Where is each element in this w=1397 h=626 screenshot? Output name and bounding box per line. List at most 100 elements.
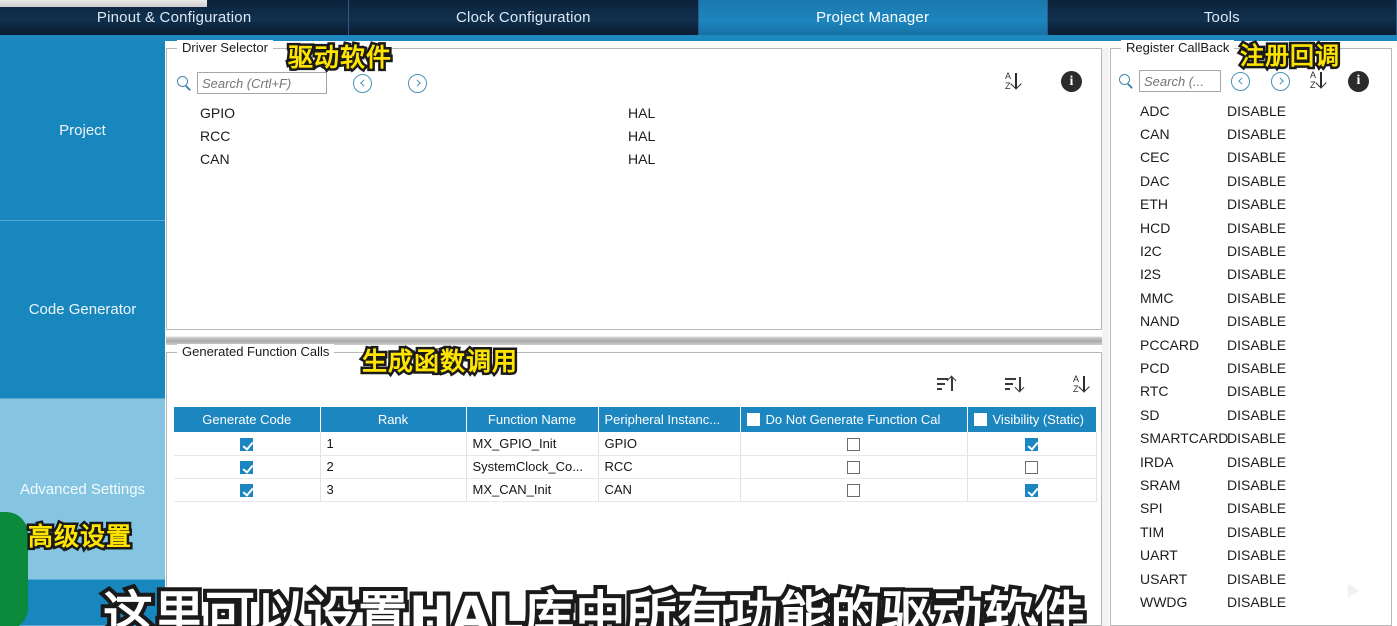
register-callback-value[interactable]: DISABLE [1227,196,1347,212]
register-callback-value[interactable]: DISABLE [1227,477,1347,493]
register-callback-value[interactable]: DISABLE [1227,290,1347,306]
register-callback-value[interactable]: DISABLE [1227,407,1347,423]
sidebar-item-code-generator[interactable]: Code Generator [0,221,165,399]
header-checkbox-visibility[interactable] [973,413,987,426]
register-callback-value[interactable]: DISABLE [1227,547,1347,563]
table-row[interactable]: 3 MX_CAN_Init CAN [174,478,1097,502]
cell-rank: 3 [320,478,467,502]
register-callback-value[interactable]: DISABLE [1227,500,1347,516]
list-item[interactable]: CAN DISABLE [1112,122,1390,145]
driver-name: CAN [200,150,230,167]
tab-project-manager[interactable]: Project Manager [698,0,1048,35]
list-item[interactable]: ADC DISABLE [1112,99,1390,122]
list-item[interactable]: HCD DISABLE [1112,216,1390,239]
list-item[interactable]: RTC DISABLE [1112,380,1390,403]
register-callback-value[interactable]: DISABLE [1227,103,1347,119]
list-item[interactable]: TIM DISABLE [1112,520,1390,543]
list-item[interactable]: SD DISABLE [1112,403,1390,426]
next-circle-icon[interactable] [408,73,427,93]
list-item[interactable]: PCD DISABLE [1112,356,1390,379]
register-callback-name: ADC [1140,102,1170,119]
table-row[interactable]: 1 MX_GPIO_Init GPIO [174,432,1097,456]
checkbox-visibility-static[interactable] [1025,461,1038,475]
list-item[interactable]: SMARTCARD DISABLE [1112,426,1390,449]
list-item[interactable]: MMC DISABLE [1112,286,1390,309]
register-callback-value[interactable]: DISABLE [1227,524,1347,540]
column-header-do-not-generate-function-call[interactable]: Do Not Generate Function Cal [740,407,968,432]
register-callback-name: PCD [1140,359,1170,376]
sort-az-icon[interactable]: AZ [1310,71,1330,91]
checkbox-do-not-generate[interactable] [847,437,860,451]
register-callback-value[interactable]: DISABLE [1227,149,1347,165]
table-cell [174,478,321,502]
previous-circle-icon[interactable] [353,73,372,93]
previous-circle-icon[interactable] [1231,71,1250,91]
checkbox-do-not-generate[interactable] [847,484,860,498]
register-callback-value[interactable]: DISABLE [1227,360,1347,376]
register-callback-value[interactable]: DISABLE [1227,266,1347,282]
list-item[interactable]: ETH DISABLE [1112,193,1390,216]
list-item[interactable]: PCCARD DISABLE [1112,333,1390,356]
list-item[interactable]: NAND DISABLE [1112,310,1390,333]
list-item[interactable]: SPI DISABLE [1112,497,1390,520]
column-label: Do Not Generate Function Cal [765,412,941,427]
table-row[interactable]: 2 SystemClock_Co... RCC [174,455,1097,479]
column-header-peripheral-instance[interactable]: Peripheral Instanc... [598,407,741,432]
info-icon[interactable]: i [1348,70,1369,92]
list-item[interactable]: IRDA DISABLE [1112,450,1390,473]
column-header-function-name[interactable]: Function Name [466,407,599,432]
register-callback-list[interactable]: ADC DISABLE CAN DISABLE CEC DISABLE DAC DISABLE… [1112,99,1390,624]
list-item[interactable]: RCC HAL [168,124,1100,147]
register-callback-value[interactable]: DISABLE [1227,337,1347,353]
column-label: Function Name [487,412,577,427]
checkbox-generate-code[interactable] [240,461,254,475]
sidebar-item-label: Advanced Settings [19,480,146,498]
vertical-splitter[interactable] [1102,48,1109,626]
next-circle-icon[interactable] [1271,71,1290,91]
register-callback-value[interactable]: DISABLE [1227,173,1347,189]
register-callback-value[interactable]: DISABLE [1227,126,1347,142]
register-callback-value[interactable]: DISABLE [1227,383,1347,399]
sort-az-icon[interactable]: AZ [1005,71,1025,92]
checkbox-visibility-static[interactable] [1025,437,1038,451]
tab-clock-configuration[interactable]: Clock Configuration [349,0,699,35]
checkbox-generate-code[interactable] [240,484,254,498]
cell-peripheral-instance: RCC [598,455,741,479]
register-callback-value[interactable]: DISABLE [1227,220,1347,236]
list-item[interactable]: CEC DISABLE [1112,146,1390,169]
sort-az-icon[interactable]: AZ [1073,375,1093,395]
checkbox-visibility-static[interactable] [1025,484,1038,498]
register-callback-value[interactable]: DISABLE [1227,430,1347,446]
register-callback-value[interactable]: DISABLE [1227,454,1347,470]
driver-search-input[interactable] [197,72,327,94]
list-item[interactable]: DAC DISABLE [1112,169,1390,192]
table-sort-toolbar: AZ [937,375,1093,395]
list-item[interactable]: CAN HAL [168,147,1100,170]
list-item[interactable]: SRAM DISABLE [1112,473,1390,496]
register-callback-value[interactable]: DISABLE [1227,243,1347,259]
column-header-generate-code[interactable]: Generate Code [174,407,321,432]
column-header-visibility-static[interactable]: Visibility (Static) [967,407,1097,432]
green-decoration-shape [0,512,28,626]
tab-tools[interactable]: Tools [1047,0,1397,35]
column-header-rank[interactable]: Rank [320,407,467,432]
driver-selector-list[interactable]: GPIO HAL RCC HAL CAN HAL [168,101,1100,328]
info-icon[interactable]: i [1061,71,1082,92]
sort-descending-icon[interactable] [1005,377,1027,393]
register-callback-value[interactable]: DISABLE [1227,313,1347,329]
list-item[interactable]: I2C DISABLE [1112,239,1390,262]
register-callback-search-input[interactable] [1139,70,1221,92]
driver-value: HAL [628,127,656,144]
sidebar-item-project[interactable]: Project [0,41,165,221]
register-callback-name: UART [1140,547,1178,564]
checkbox-do-not-generate[interactable] [847,461,860,475]
register-callback-name: CAN [1140,126,1170,143]
header-checkbox-do-not-generate[interactable] [746,413,760,426]
register-callback-name: USART [1140,570,1188,587]
register-callback-name: TIM [1140,523,1165,540]
list-item[interactable]: I2S DISABLE [1112,263,1390,286]
checkbox-generate-code[interactable] [240,437,254,451]
sort-ascending-icon[interactable] [937,377,959,393]
list-item[interactable]: GPIO HAL [168,101,1100,124]
driver-selector-title: Driver Selector [177,40,273,55]
